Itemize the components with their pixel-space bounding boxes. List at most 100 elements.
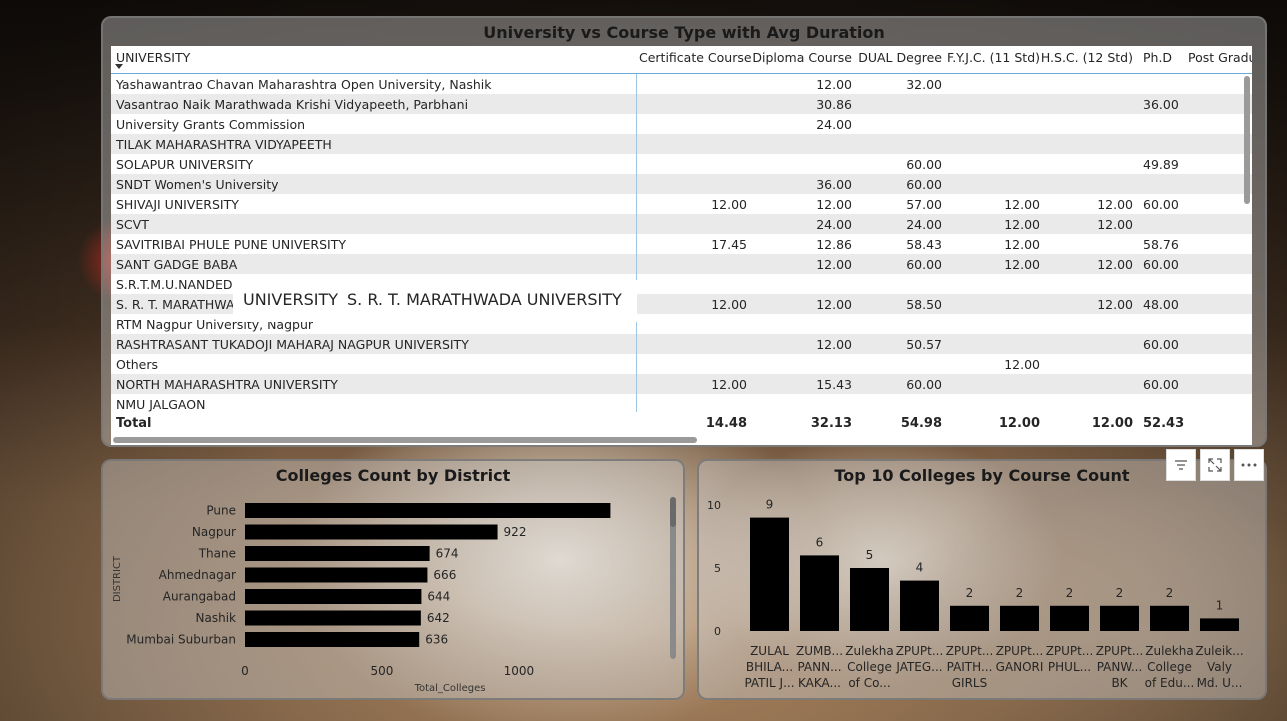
top10-column-chart[interactable]: 0 5 10 9 ZULAL BHILA... PATIL J... 6 ZUMB... PANN… (699, 461, 1267, 700)
table-row[interactable]: SNDT Women's University 36.00 60.00 (111, 174, 1252, 194)
table-row[interactable]: NORTH MAHARASHTRA UNIVERSITY 12.00 15.43 60… (111, 374, 1252, 394)
table-row[interactable]: University Grants Commission 24.00 (111, 114, 1252, 134)
x-tick-label: GANORI (996, 660, 1044, 674)
bar[interactable] (800, 555, 839, 631)
university-name-cell: S. R. T. MARATHWA (116, 297, 235, 312)
total-cell: 14.48 (705, 416, 747, 431)
table-body: Yashawantrao Chavan Maharashtra Open Uni… (111, 74, 1252, 414)
district-bar-chart[interactable]: Pune Nagpur 922 Thane 674 Ahmednagar 666 Aurang… (103, 461, 685, 700)
university-name-cell: Vasantrao Naik Marathwada Krishi Vidyape… (116, 97, 469, 112)
colleges-by-district-visual[interactable]: Colleges Count by District Pune Nagpur 922… (101, 459, 685, 700)
visual-header-toolbar (1166, 449, 1266, 481)
bar[interactable] (850, 568, 889, 631)
table-row[interactable]: SANT GADGE BABA 12.00 60.00 12.00 12.00 60.00 (111, 254, 1252, 274)
data-label: 5 (866, 548, 874, 562)
table-row[interactable]: Yashawantrao Chavan Maharashtra Open Uni… (111, 74, 1252, 94)
value-cell: 12.00 (1004, 197, 1040, 212)
column-header-hsc[interactable]: H.S.C. (12 Std) (1040, 50, 1133, 65)
bar[interactable] (245, 567, 428, 583)
bar[interactable] (1100, 605, 1139, 631)
column-header-diploma[interactable]: Diploma Course (747, 50, 852, 65)
total-label: Total (116, 416, 152, 431)
table-row[interactable]: SOLAPUR UNIVERSITY 60.00 49.89 (111, 154, 1252, 174)
more-options-icon[interactable] (1234, 449, 1264, 481)
bar[interactable] (900, 580, 939, 631)
bar[interactable] (1000, 605, 1039, 631)
value-cell: 24.00 (816, 117, 852, 132)
total-cell: 32.13 (810, 416, 852, 431)
table-total-row: Total 14.48 32.13 54.98 12.00 12.00 52.4… (111, 412, 1252, 434)
university-name-cell: Others (116, 357, 159, 372)
bar[interactable] (950, 605, 989, 631)
value-cell: 58.43 (906, 237, 942, 252)
table-row[interactable]: TILAK MAHARASHTRA VIDYAPEETH (111, 134, 1252, 154)
filter-icon[interactable] (1166, 449, 1196, 481)
x-tick-label: ZPUPt... (1046, 644, 1094, 658)
x-tick-label: ZPUPt... (946, 644, 994, 658)
table-row[interactable]: Vasantrao Naik Marathwada Krishi Vidyape… (111, 94, 1252, 114)
x-tick-label: 500 (371, 664, 394, 678)
table-row[interactable]: RASHTRASANT TUKADOJI MAHARAJ NAGPUR UNIV… (111, 334, 1252, 354)
data-label: 2 (1066, 586, 1074, 600)
focus-mode-icon[interactable] (1200, 449, 1230, 481)
university-course-table-visual[interactable]: University vs Course Type with Avg Durat… (101, 16, 1267, 447)
matrix-table[interactable]: UNIVERSITY Certificate Course Diploma Co… (111, 46, 1252, 445)
x-tick-label: PHUL... (1048, 660, 1091, 674)
x-tick-label: of Edu... (1145, 676, 1195, 690)
column-header-fyjc[interactable]: F.Y.J.C. (11 Std) (942, 50, 1040, 65)
total-cell: 12.00 (998, 416, 1040, 431)
table-row[interactable]: Others 12.00 (111, 354, 1252, 374)
value-cell: 12.00 (816, 77, 852, 92)
table-row[interactable]: SHIVAJI UNIVERSITY 12.00 12.00 57.00 12.00 12… (111, 194, 1252, 214)
bar[interactable] (245, 610, 421, 626)
university-name-cell: RASHTRASANT TUKADOJI MAHARAJ NAGPUR UNIV… (116, 337, 469, 352)
value-cell: 17.45 (711, 237, 747, 252)
sort-descending-icon[interactable] (115, 64, 123, 69)
column-header-phd[interactable]: Ph.D (1143, 50, 1172, 65)
x-tick-label: Zulekha (845, 644, 893, 658)
horizontal-scrollbar[interactable] (113, 437, 697, 443)
column-header-certificate[interactable]: Certificate Course (639, 50, 752, 65)
value-cell: 60.00 (906, 257, 942, 272)
data-label: 636 (425, 633, 448, 647)
x-tick-label: BHILA... (746, 660, 793, 674)
y-tick-label: Thane (198, 547, 236, 561)
x-tick-label: PANN... (797, 660, 841, 674)
university-name-cell: University Grants Commission (116, 117, 306, 132)
bar[interactable] (245, 503, 611, 518)
bar[interactable] (245, 524, 498, 540)
bar[interactable] (245, 589, 422, 604)
value-cell: 12.00 (711, 297, 747, 312)
column-header-university[interactable]: UNIVERSITY (116, 50, 190, 65)
table-title: University vs Course Type with Avg Durat… (483, 23, 885, 42)
table-header: UNIVERSITY Certificate Course Diploma Co… (111, 46, 1252, 74)
scroll-thumb[interactable] (670, 497, 676, 527)
table-row[interactable]: SAVITRIBAI PHULE PUNE UNIVERSITY 17.45 12.… (111, 234, 1252, 254)
column-header-post-grad[interactable]: Post Gradu (1188, 50, 1252, 65)
bar[interactable] (245, 546, 430, 561)
bar[interactable] (1150, 605, 1189, 631)
y-axis-title: DISTRICT (112, 555, 123, 602)
x-tick-label: ZPUPt... (1096, 644, 1144, 658)
x-tick-label: ZPUPt... (896, 644, 944, 658)
university-name-cell: TILAK MAHARASHTRA VIDYAPEETH (116, 137, 332, 152)
bar[interactable] (1200, 618, 1239, 631)
data-label: 2 (1166, 586, 1174, 600)
table-row[interactable]: NMU JALGAON (111, 394, 1252, 414)
data-label: 674 (436, 547, 459, 561)
value-cell: 12.00 (816, 257, 852, 272)
data-label: 666 (433, 568, 456, 582)
value-cell: 12.00 (711, 197, 747, 212)
value-cell: 60.00 (1143, 337, 1179, 352)
vertical-scrollbar[interactable] (1244, 76, 1250, 204)
value-cell: 12.00 (1097, 257, 1133, 272)
bar[interactable] (245, 632, 420, 647)
university-name-cell: Yashawantrao Chavan Maharashtra Open Uni… (116, 77, 492, 92)
table-row[interactable]: SCVT 24.00 24.00 12.00 12.00 (111, 214, 1252, 234)
y-tick-label: Aurangabad (163, 590, 236, 604)
value-cell: 12.00 (1097, 217, 1133, 232)
column-header-dual-degree[interactable]: DUAL Degree (852, 50, 942, 65)
bar[interactable] (750, 517, 789, 631)
top10-colleges-visual[interactable]: Top 10 Colleges by Course Count 0 5 10 9 ZUL… (697, 459, 1267, 700)
bar[interactable] (1050, 605, 1089, 631)
